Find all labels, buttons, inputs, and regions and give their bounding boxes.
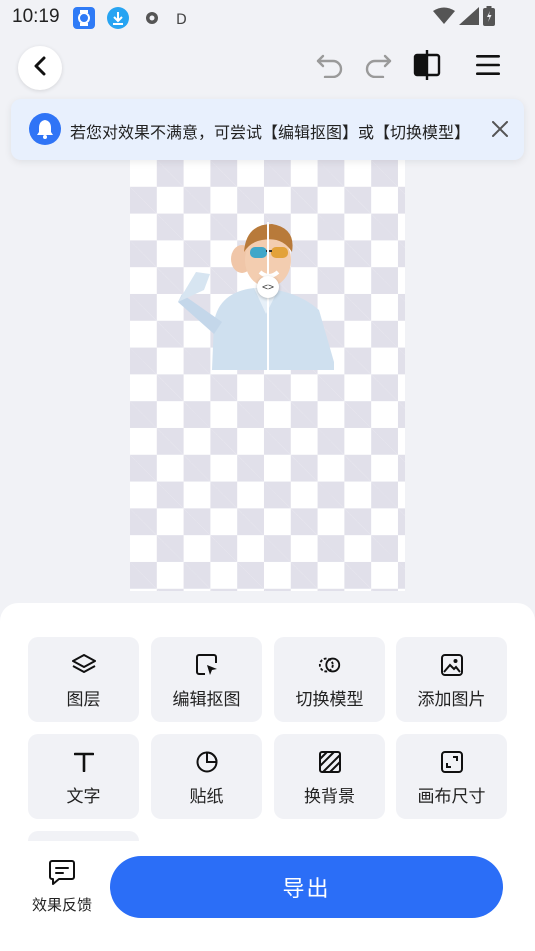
undo-icon bbox=[315, 52, 345, 82]
tool-edit-cutout[interactable]: 编辑抠图 bbox=[151, 637, 262, 722]
download-icon bbox=[107, 7, 129, 29]
gear-icon bbox=[141, 7, 163, 29]
export-button[interactable]: 导出 bbox=[110, 856, 503, 918]
feedback-icon bbox=[48, 858, 76, 886]
tip-banner: 若您对效果不满意，可尝试【编辑抠图】或【切换模型】 bbox=[11, 99, 524, 160]
tip-text: 若您对效果不满意，可尝试【编辑抠图】或【切换模型】 bbox=[70, 123, 471, 142]
edit-cutout-icon bbox=[195, 653, 219, 677]
back-arrow-icon bbox=[32, 56, 48, 80]
tool-sticker[interactable]: 贴纸 bbox=[151, 734, 262, 819]
redo-button[interactable] bbox=[361, 50, 395, 84]
menu-icon bbox=[475, 54, 501, 80]
redo-icon bbox=[363, 52, 393, 82]
tool-change-background[interactable]: 换背景 bbox=[274, 734, 385, 819]
feedback-button[interactable]: 效果反馈 bbox=[28, 858, 96, 918]
menu-button[interactable] bbox=[471, 50, 505, 84]
tool-label: 换背景 bbox=[304, 787, 355, 807]
tool-label: 图层 bbox=[66, 690, 101, 710]
feedback-label: 效果反馈 bbox=[31, 896, 92, 914]
cutout-subject-image bbox=[178, 224, 334, 370]
compare-button[interactable] bbox=[410, 50, 444, 84]
tool-label: 文字 bbox=[66, 787, 101, 807]
battery-icon bbox=[483, 6, 495, 30]
close-icon[interactable] bbox=[488, 117, 512, 141]
signal-icon bbox=[459, 7, 479, 29]
tool-text[interactable]: 文字 bbox=[28, 734, 139, 819]
tool-switch-model[interactable]: 切换模型 bbox=[274, 637, 385, 722]
tool-label: 画布尺寸 bbox=[417, 787, 486, 807]
switch-model-icon bbox=[318, 653, 342, 677]
status-bar: 10:19 D bbox=[0, 0, 535, 36]
compare-icon bbox=[413, 50, 441, 84]
bell-icon bbox=[29, 113, 61, 145]
image-icon bbox=[440, 653, 464, 677]
back-button[interactable] bbox=[18, 46, 62, 90]
tool-label: 切换模型 bbox=[295, 690, 364, 710]
layers-icon bbox=[72, 653, 96, 677]
watch-icon bbox=[73, 7, 95, 29]
status-indicator: D bbox=[176, 12, 187, 28]
tool-label: 添加图片 bbox=[417, 690, 486, 710]
tool-label: 贴纸 bbox=[189, 787, 224, 807]
canvas-size-icon bbox=[440, 750, 464, 774]
tool-label: 编辑抠图 bbox=[172, 690, 241, 710]
tool-canvas-size[interactable]: 画布尺寸 bbox=[396, 734, 507, 819]
sticker-icon bbox=[195, 750, 219, 774]
more-tools-peek bbox=[28, 831, 139, 841]
image-canvas[interactable]: <> bbox=[130, 160, 405, 591]
tool-add-image[interactable]: 添加图片 bbox=[396, 637, 507, 722]
compare-slider-handle[interactable]: <> bbox=[257, 276, 279, 298]
wifi-icon bbox=[433, 7, 455, 29]
text-icon bbox=[72, 750, 96, 774]
background-icon bbox=[318, 750, 342, 774]
status-time: 10:19 bbox=[12, 6, 60, 27]
undo-button[interactable] bbox=[313, 50, 347, 84]
tool-layers[interactable]: 图层 bbox=[28, 637, 139, 722]
